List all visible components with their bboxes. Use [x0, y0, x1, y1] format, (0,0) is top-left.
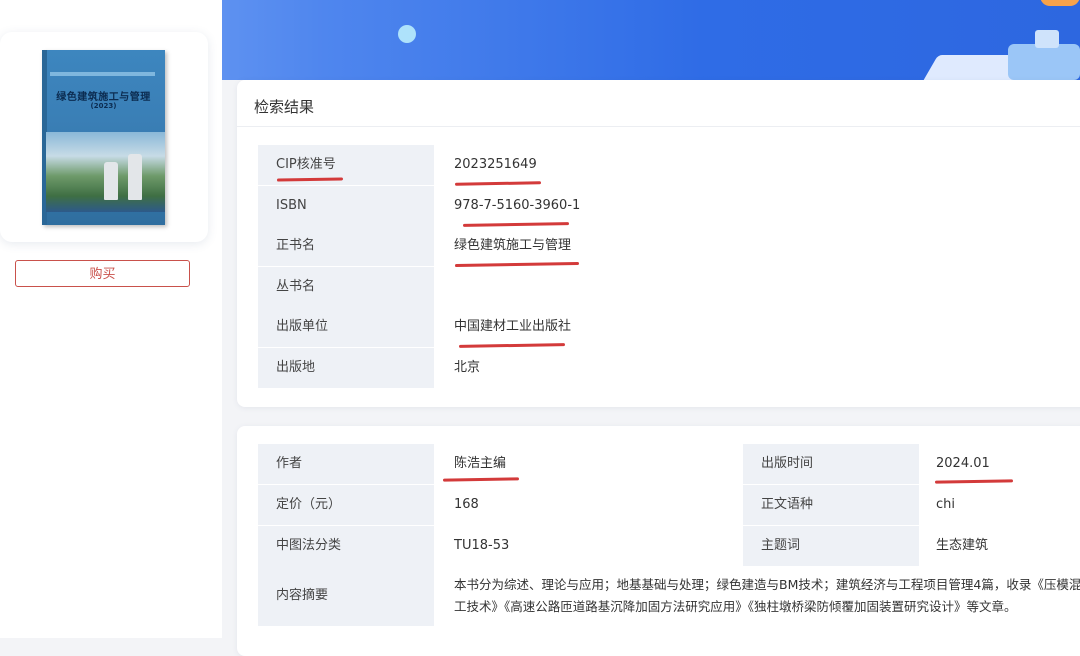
field-value: 中国建材工业出版社 [454, 319, 572, 334]
field-label: 出版地 [258, 348, 434, 388]
field-label: 主题词 [743, 526, 919, 566]
field-value: 168 [454, 497, 479, 512]
abstract-text: 本书分为综述、理论与应用；地基基础与处理；绿色建造与BM技术；建筑经济与工程项目… [454, 574, 1080, 618]
field-label: 作者 [258, 444, 434, 484]
field-value: 2024.01 [936, 456, 990, 471]
field-value: 978-7-5160-3960-1 [454, 198, 581, 213]
panel-divider [237, 126, 1080, 127]
field-label: 丛书名 [258, 267, 434, 307]
book-cover-photo [46, 132, 165, 212]
field-label: 出版单位 [258, 307, 434, 347]
book-cover-title: 绿色建筑施工与管理 [56, 92, 151, 103]
details-panel: 作者 陈浩主编 定价（元） 168 中图法分类 TU18-53 出版时间 202… [237, 426, 1080, 656]
book-cover-band [50, 72, 155, 76]
field-value: 绿色建筑施工与管理 [454, 238, 572, 253]
book-cover-image: 绿色建筑施工与管理 (2023) [42, 50, 165, 225]
field-value: TU18-53 [454, 538, 510, 553]
banner-decoration-monitor [1008, 44, 1080, 80]
banner-decoration-orb [1040, 0, 1080, 6]
annotation-underline [458, 343, 566, 348]
field-label: ISBN [258, 186, 434, 226]
field-label: 定价（元） [258, 485, 434, 525]
field-value: 北京 [454, 360, 481, 375]
banner-decoration-dot [398, 25, 416, 43]
abstract-line: 本书分为综述、理论与应用；地基基础与处理；绿色建造与BM技术；建筑经济与工程项目… [454, 577, 1080, 592]
buy-button[interactable]: 购买 [15, 260, 190, 287]
field-label: 正文语种 [743, 485, 919, 525]
field-label: 正书名 [258, 226, 434, 266]
field-label: 中图法分类 [258, 526, 434, 566]
book-cover-subtitle: (2023) [90, 102, 117, 110]
banner-decoration-screen [1035, 30, 1059, 48]
field-label: 出版时间 [743, 444, 919, 484]
search-result-panel: 检索结果 CIP核准号 2023251649 ISBN 978-7-5160-3… [237, 80, 1080, 407]
field-value: 2023251649 [454, 157, 537, 172]
abstract-line: 工技术》《高速公路匝道路基沉降加固方法研究应用》《独柱墩桥梁防倾覆加固装置研究设… [454, 599, 1017, 614]
field-label: 内容摘要 [258, 566, 434, 626]
annotation-underline [442, 477, 520, 482]
field-value: 生态建筑 [936, 538, 989, 553]
field-value: chi [936, 497, 955, 512]
panel-title: 检索结果 [254, 98, 315, 116]
